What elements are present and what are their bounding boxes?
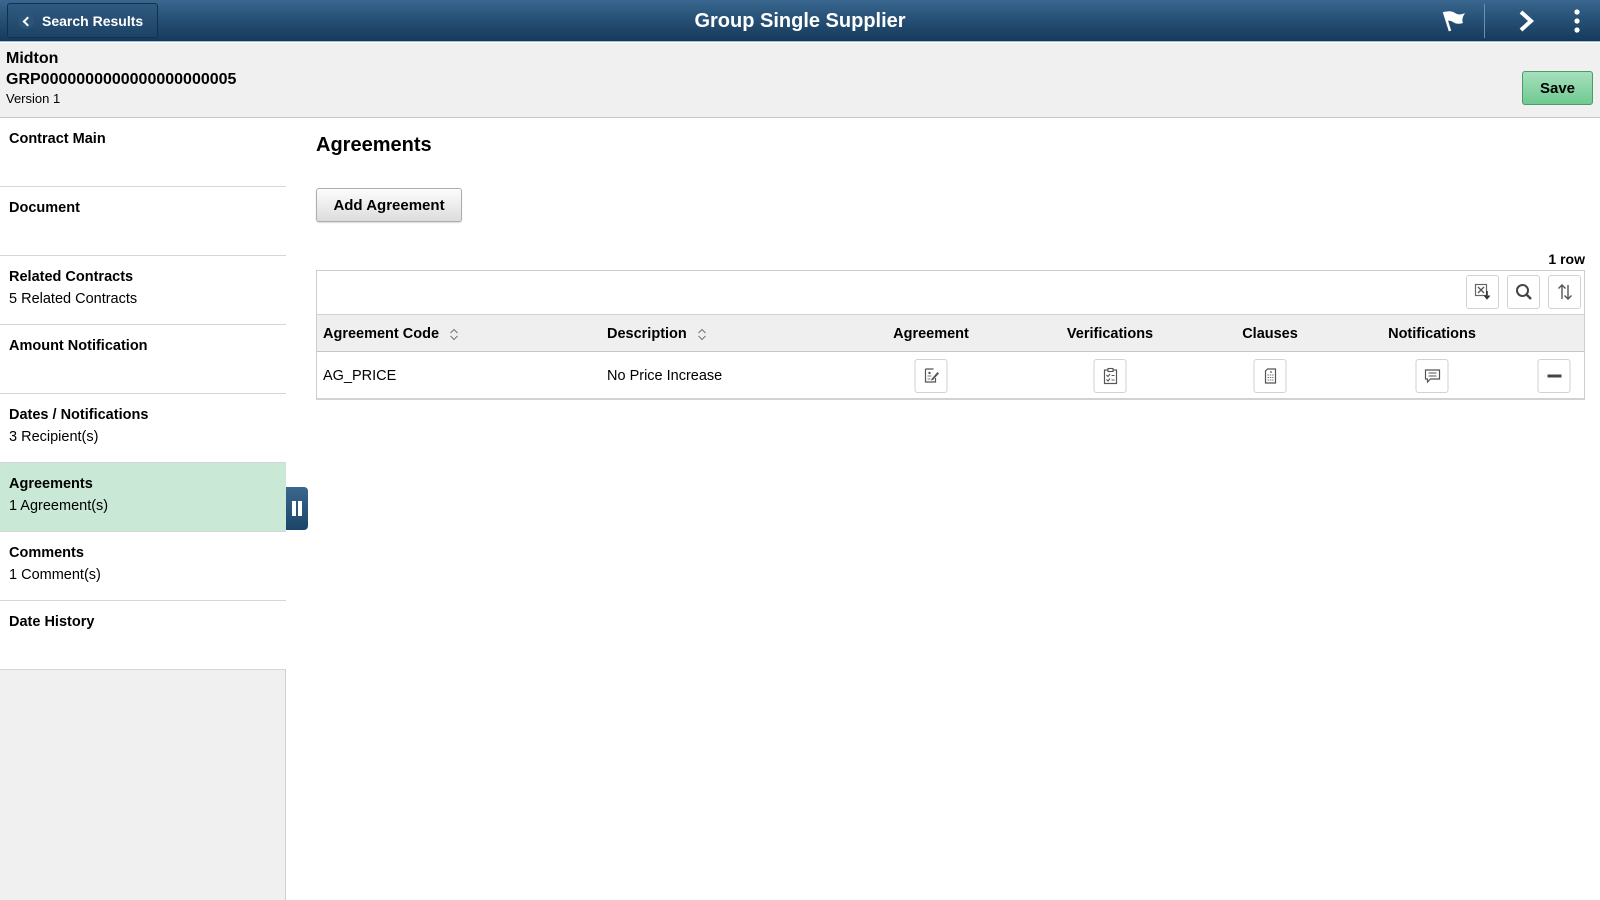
minus-icon	[1547, 374, 1561, 378]
delete-row-button[interactable]	[1537, 359, 1571, 393]
grid-header-row: Agreement Code Description Agreement Ver…	[317, 314, 1584, 352]
banner: Search Results Group Single Supplier	[0, 0, 1600, 42]
more-vertical-icon	[1574, 9, 1580, 33]
chevron-right-icon	[1519, 10, 1534, 32]
sort-icon	[1557, 284, 1572, 300]
sidebar-item-dates-notifications[interactable]: Dates / Notifications 3 Recipient(s)	[0, 394, 286, 463]
sort-toggle-icon	[697, 328, 706, 340]
sidebar-item-count: 1 Comment(s)	[9, 567, 101, 583]
edit-agreement-button[interactable]	[914, 359, 948, 393]
add-agreement-button[interactable]: Add Agreement	[316, 188, 462, 222]
column-label: Description	[607, 326, 687, 342]
actions-menu-button[interactable]	[1554, 0, 1600, 42]
sidebar-item-label: Date History	[9, 614, 95, 630]
column-header-verifications: Verifications	[1066, 326, 1154, 342]
column-label: Agreement Code	[323, 326, 440, 342]
row-count: 1 row	[1548, 251, 1585, 267]
grid-toolbar	[317, 271, 1584, 314]
agreements-grid: Agreement Code Description Agreement Ver…	[316, 270, 1585, 400]
sidebar-collapse-handle[interactable]	[286, 487, 308, 530]
document-clauses-icon	[1264, 368, 1276, 384]
column-header-agreement: Agreement	[893, 326, 969, 342]
find-in-grid-button[interactable]	[1507, 275, 1540, 309]
sidebar-item-contract-main[interactable]: Contract Main	[0, 118, 286, 187]
next-button[interactable]	[1503, 0, 1549, 42]
sidebar-item-date-history[interactable]: Date History	[0, 601, 286, 670]
supplier-name: Midton	[6, 50, 59, 67]
sidebar-item-label: Comments	[9, 545, 84, 561]
back-to-search-results-button[interactable]: Search Results	[7, 3, 159, 38]
flag-icon	[1442, 11, 1465, 32]
clauses-button[interactable]	[1253, 359, 1287, 393]
message-icon	[1424, 369, 1440, 384]
column-header-description[interactable]: Description	[607, 315, 707, 353]
context-header: Midton GRP0000000000000000000005 Version…	[0, 43, 1600, 118]
section-title: Agreements	[316, 134, 432, 156]
sidebar-item-label: Agreements	[9, 476, 93, 492]
chevron-left-icon	[18, 12, 34, 29]
sidebar-item-label: Related Contracts	[9, 269, 134, 285]
download-to-excel-button[interactable]	[1466, 275, 1499, 309]
sidebar-item-comments[interactable]: Comments 1 Comment(s)	[0, 532, 286, 601]
column-header-notifications: Notifications	[1388, 326, 1476, 342]
sort-toggle-icon	[450, 328, 458, 340]
sidebar-item-label: Contract Main	[9, 131, 106, 147]
banner-separator	[1484, 4, 1485, 38]
flag-button[interactable]	[1431, 0, 1477, 42]
back-label: Search Results	[42, 12, 144, 29]
sidebar-item-amount-notification[interactable]: Amount Notification	[0, 325, 286, 394]
save-button[interactable]: Save	[1522, 71, 1593, 105]
description-cell: No Price Increase	[607, 368, 723, 384]
column-header-clauses: Clauses	[1242, 326, 1298, 342]
document-edit-icon	[924, 368, 939, 383]
sidebar-item-label: Amount Notification	[9, 338, 148, 354]
sidebar-nav: Contract Main Document Related Contracts…	[0, 118, 286, 900]
contract-version: Version 1	[6, 91, 61, 106]
notifications-button[interactable]	[1415, 359, 1449, 393]
sidebar-item-agreements[interactable]: Agreements 1 Agreement(s)	[0, 463, 286, 532]
sidebar-item-count: 1 Agreement(s)	[9, 498, 109, 514]
sidebar-item-document[interactable]: Document	[0, 187, 286, 256]
sidebar-item-count: 3 Recipient(s)	[9, 429, 99, 445]
table-row: AG_PRICE No Price Increase	[317, 353, 1584, 399]
page-header-title: Group Single Supplier	[694, 10, 906, 32]
search-icon	[1515, 284, 1532, 300]
sort-button[interactable]	[1548, 275, 1581, 309]
sidebar-item-related-contracts[interactable]: Related Contracts 5 Related Contracts	[0, 256, 286, 325]
clipboard-check-icon	[1103, 367, 1117, 385]
contract-id: GRP0000000000000000000005	[6, 71, 237, 88]
column-header-agreement-code[interactable]: Agreement Code	[323, 315, 459, 353]
agreement-code-cell: AG_PRICE	[323, 368, 397, 384]
verifications-button[interactable]	[1093, 359, 1127, 393]
sidebar-item-label: Dates / Notifications	[9, 407, 149, 423]
sidebar-item-label: Document	[9, 200, 80, 216]
excel-download-icon	[1474, 283, 1490, 300]
sidebar-item-count: 5 Related Contracts	[9, 291, 138, 307]
